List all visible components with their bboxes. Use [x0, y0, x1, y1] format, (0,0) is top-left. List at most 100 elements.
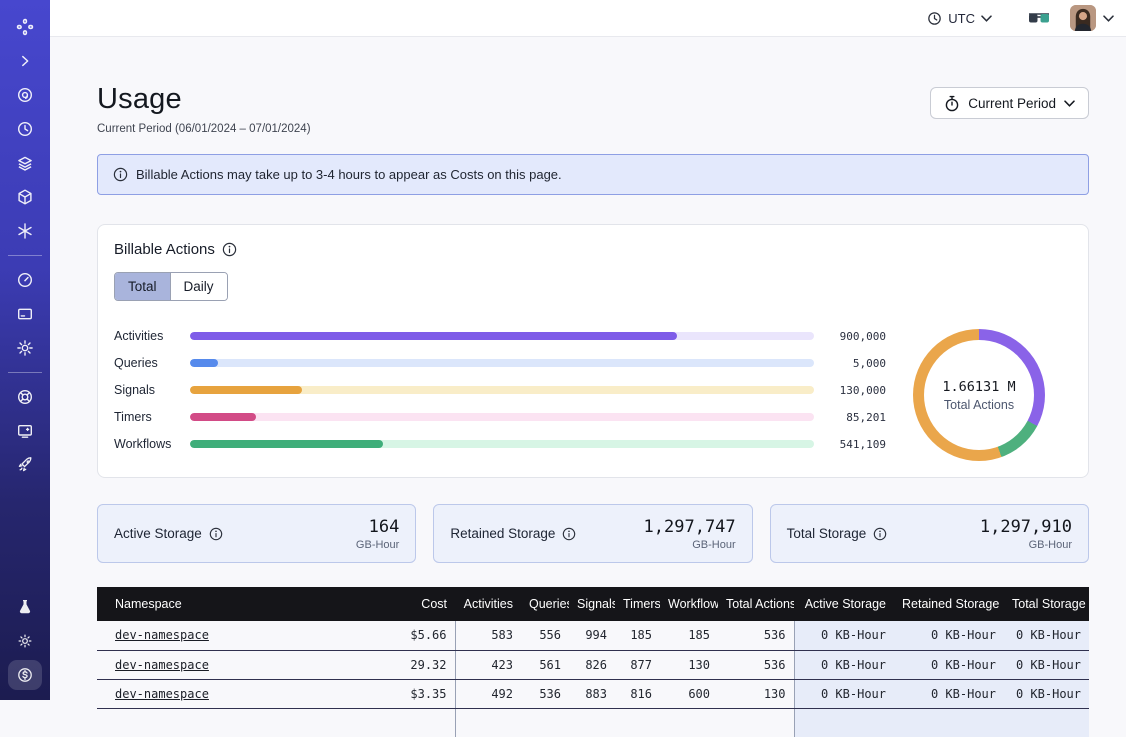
namespaces-icon[interactable]	[8, 80, 42, 110]
period-selector-button[interactable]: Current Period	[930, 87, 1089, 119]
collapse-chevron-icon[interactable]	[8, 46, 42, 76]
getting-started-rocket-icon[interactable]	[8, 450, 42, 480]
total-storage-card: Total Storage 1,297,910 GB-Hour	[770, 504, 1089, 563]
clock-icon	[927, 11, 942, 26]
chart-bar-fill	[190, 413, 256, 421]
donut-center-value: 1.66131 M	[942, 379, 1015, 395]
chart-value-label: 900,000	[814, 330, 886, 343]
chart-bar-track	[190, 386, 814, 394]
column-header-active-storage: Active Storage	[794, 587, 894, 621]
page-title: Usage	[97, 83, 311, 116]
tab-daily[interactable]: Daily	[170, 273, 227, 300]
namespace-cell: dev-namespace	[97, 650, 347, 679]
info-icon[interactable]	[873, 527, 887, 541]
billable-actions-title: Billable Actions	[114, 241, 215, 258]
workflows-cell: 130	[660, 650, 718, 679]
currency-coin-icon[interactable]	[8, 660, 42, 690]
layers-icon[interactable]	[8, 148, 42, 178]
namespace-link[interactable]: dev-namespace	[115, 687, 209, 701]
user-avatar[interactable]	[1070, 5, 1096, 31]
total-storage-cell: 0 KB-Hour	[1004, 679, 1089, 708]
total-storage-value: 1,297,910	[980, 517, 1072, 537]
active-storage-cell: 0 KB-Hour	[794, 679, 894, 708]
feedback-glasses-icon[interactable]	[1028, 12, 1050, 25]
timers-cell: 877	[615, 650, 660, 679]
docs-screen-icon[interactable]	[8, 416, 42, 446]
empty-cell	[894, 708, 1004, 737]
timezone-label: UTC	[948, 11, 975, 26]
active-storage-cell: 0 KB-Hour	[794, 650, 894, 679]
timezone-selector[interactable]: UTC	[921, 7, 998, 30]
chart-value-label: 85,201	[814, 411, 886, 424]
total-actions-cell: 130	[718, 679, 794, 708]
retained-storage-unit: GB-Hour	[644, 539, 736, 551]
cost-cell: 29.32	[347, 650, 455, 679]
chart-bar-track	[190, 332, 814, 340]
info-icon[interactable]	[562, 527, 576, 541]
billable-actions-bar-chart: Activities900,000Queries5,000Signals130,…	[114, 323, 886, 458]
cost-cell: $5.66	[347, 621, 455, 650]
chart-bar-track	[190, 440, 814, 448]
empty-cell	[794, 708, 894, 737]
namespace-link[interactable]: dev-namespace	[115, 628, 209, 642]
retained-storage-cell: 0 KB-Hour	[894, 621, 1004, 650]
signals-cell: 994	[569, 621, 615, 650]
chart-bar-track	[190, 359, 814, 367]
deployments-cube-icon[interactable]	[8, 182, 42, 212]
temporal-logo-icon[interactable]	[8, 12, 42, 42]
info-icon[interactable]	[209, 527, 223, 541]
namespace-cell: dev-namespace	[97, 679, 347, 708]
table-header: NamespaceCostActivitiesQueriesSignalsTim…	[97, 587, 1089, 621]
empty-cell	[660, 708, 718, 737]
signals-cell: 883	[569, 679, 615, 708]
queries-cell: 556	[521, 621, 569, 650]
active-storage-card: Active Storage 164 GB-Hour	[97, 504, 416, 563]
theme-sun-icon[interactable]	[8, 626, 42, 656]
sidebar-divider	[8, 372, 42, 373]
total-actions-cell: 536	[718, 621, 794, 650]
donut-center-label: Total Actions	[944, 398, 1014, 412]
tab-total[interactable]: Total	[115, 273, 170, 300]
signals-cell: 826	[569, 650, 615, 679]
info-banner: Billable Actions may take up to 3-4 hour…	[97, 154, 1089, 195]
chart-value-label: 130,000	[814, 384, 886, 397]
info-icon	[113, 167, 128, 182]
table-row: dev-namespace$3.354925368838166001300 KB…	[97, 679, 1089, 708]
activities-cell: 492	[455, 679, 521, 708]
schedules-icon[interactable]	[8, 114, 42, 144]
billing-card-icon[interactable]	[8, 299, 42, 329]
usage-gauge-icon[interactable]	[8, 265, 42, 295]
chart-row-workflows: Workflows541,109	[114, 431, 886, 458]
account-chevron-down-icon[interactable]	[1103, 15, 1114, 22]
namespace-link[interactable]: dev-namespace	[115, 658, 209, 672]
queries-cell: 561	[521, 650, 569, 679]
sidebar-divider	[8, 255, 42, 256]
retained-storage-cell: 0 KB-Hour	[894, 650, 1004, 679]
chart-value-label: 5,000	[814, 357, 886, 370]
settings-gear-icon[interactable]	[8, 333, 42, 363]
active-storage-value: 164	[356, 517, 399, 537]
table-row: dev-namespace29.324235618268771305360 KB…	[97, 650, 1089, 679]
nexus-asterisk-icon[interactable]	[8, 216, 42, 246]
column-header-namespace: Namespace	[97, 587, 347, 621]
column-header-queries: Queries	[521, 587, 569, 621]
namespace-usage-table: NamespaceCostActivitiesQueriesSignalsTim…	[97, 587, 1089, 737]
billable-actions-card: Billable Actions Total Daily Activities9…	[97, 224, 1089, 478]
labs-flask-icon[interactable]	[8, 592, 42, 622]
namespace-cell: dev-namespace	[97, 621, 347, 650]
table-row-partial	[97, 708, 1089, 737]
main-content: Usage Current Period (06/01/2024 – 07/01…	[50, 37, 1126, 737]
activities-cell: 423	[455, 650, 521, 679]
total-storage-label: Total Storage	[787, 526, 867, 541]
column-header-cost: Cost	[347, 587, 455, 621]
support-lifebuoy-icon[interactable]	[8, 382, 42, 412]
chart-category-label: Signals	[114, 383, 190, 397]
topbar: UTC	[50, 0, 1126, 37]
chart-row-activities: Activities900,000	[114, 323, 886, 350]
info-icon[interactable]	[222, 242, 237, 257]
empty-cell	[1004, 708, 1089, 737]
activities-cell: 583	[455, 621, 521, 650]
retained-storage-cell: 0 KB-Hour	[894, 679, 1004, 708]
empty-cell	[521, 708, 569, 737]
chevron-down-icon	[981, 15, 992, 22]
